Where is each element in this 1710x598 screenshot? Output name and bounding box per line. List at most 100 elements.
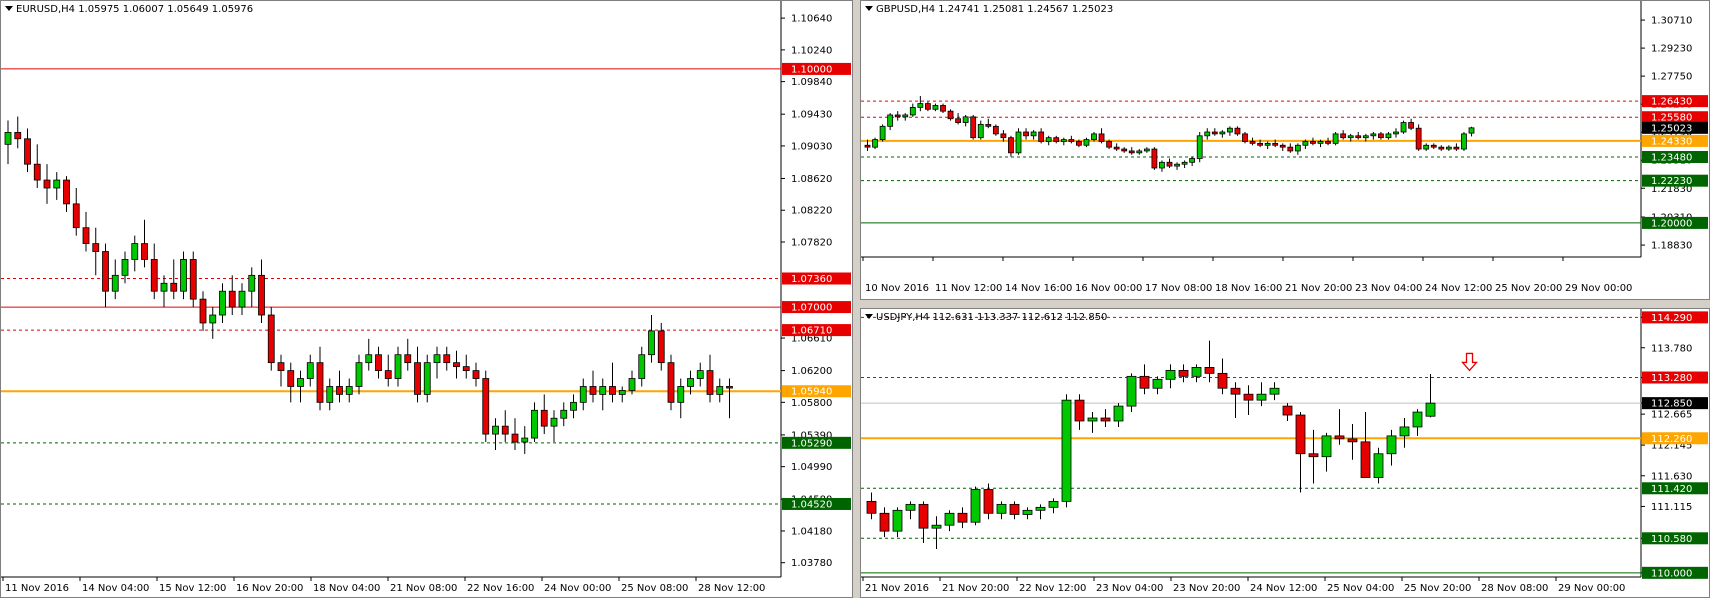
price-tick-label: 1.04180 xyxy=(791,526,832,537)
candle-body xyxy=(1100,417,1111,422)
candle-body xyxy=(905,503,916,511)
candle-body xyxy=(1385,133,1392,139)
candle-body xyxy=(1415,127,1422,150)
candle-body xyxy=(277,362,285,371)
candle-body xyxy=(1113,146,1120,150)
candle-body xyxy=(189,259,197,300)
candle-body xyxy=(925,103,931,110)
price-tick-label: 1.18830 xyxy=(1651,241,1692,252)
candle-body xyxy=(1061,399,1072,502)
time-tick-label: 23 Nov 04:00 xyxy=(1355,283,1422,294)
candle-body xyxy=(879,125,886,140)
candle-body xyxy=(1355,135,1362,139)
candle-body xyxy=(1128,150,1135,154)
candle-body xyxy=(1143,148,1150,152)
time-tick-label: 24 Nov 12:00 xyxy=(1250,583,1317,594)
candle-body xyxy=(443,354,451,364)
candle-body xyxy=(1083,139,1090,146)
candle-body xyxy=(977,124,984,139)
candle-body xyxy=(1022,509,1033,515)
candle-body xyxy=(1121,148,1128,152)
price-tick-label: 111.630 xyxy=(1651,471,1692,482)
candle-body xyxy=(228,290,236,308)
candle-body xyxy=(677,386,685,403)
candle-body xyxy=(1325,141,1331,144)
candle-body xyxy=(365,354,373,364)
chart-caption-eurusd: EURUSD,H4 1.05975 1.06007 1.05649 1.0597… xyxy=(5,4,253,15)
candle-body xyxy=(1425,402,1436,417)
candle-body xyxy=(1196,135,1203,159)
price-tick-label: 1.09430 xyxy=(791,110,832,121)
candle-body xyxy=(501,425,509,435)
price-level-tag-label: 1.26430 xyxy=(1651,97,1692,108)
candle-body xyxy=(1347,438,1358,443)
candle-body xyxy=(1408,122,1414,129)
candle-body xyxy=(1295,414,1306,455)
candle-body xyxy=(628,378,636,391)
vertical-splitter[interactable] xyxy=(853,0,860,598)
candle-body xyxy=(209,314,217,324)
candle-body xyxy=(1294,144,1301,152)
candle-body xyxy=(932,105,939,110)
candle-body xyxy=(170,282,178,292)
candle-body xyxy=(1087,417,1098,422)
chart-window-gbpusd[interactable]: GBPUSD,H4 1.24741 1.25081 1.24567 1.2502… xyxy=(860,0,1710,300)
candle-body xyxy=(492,425,499,435)
candle-body xyxy=(1126,375,1137,407)
time-tick-label: 10 Nov 2016 xyxy=(865,283,929,294)
price-level-tag-label: 110.580 xyxy=(1651,534,1692,545)
candle-body xyxy=(917,103,924,108)
time-tick-label: 29 Nov 00:00 xyxy=(1558,583,1625,594)
chart-window-usdjpy[interactable]: USDJPY,H4 112.631 113.337 112.612 112.85… xyxy=(860,308,1710,598)
chart-window-eurusd[interactable]: EURUSD,H4 1.05975 1.06007 1.05649 1.0597… xyxy=(0,0,853,598)
candle-body xyxy=(511,433,519,443)
candle-body xyxy=(1230,387,1241,395)
horizontal-splitter[interactable] xyxy=(860,300,1710,308)
candle-body xyxy=(1400,122,1407,133)
candle-body xyxy=(1234,127,1241,135)
candle-body xyxy=(667,362,675,403)
price-chart-usdjpy[interactable]: 114.290113.780113.280112.850112.665112.1… xyxy=(861,309,1709,597)
candle-body xyxy=(657,330,665,364)
price-chart-gbpusd[interactable]: 1.307101.292301.277501.262701.247901.233… xyxy=(861,1,1709,299)
candle-body xyxy=(1174,163,1180,167)
candle-body xyxy=(433,354,441,364)
candle-body xyxy=(1060,139,1067,142)
candle-body xyxy=(1048,500,1059,508)
collapse-triangle-icon xyxy=(5,6,13,11)
candle-body xyxy=(1264,142,1271,146)
candle-body xyxy=(992,125,999,135)
candle-body xyxy=(238,290,246,308)
candle-body xyxy=(1243,393,1254,401)
candle-body xyxy=(33,163,41,181)
candle-body xyxy=(1282,405,1293,416)
candle-body xyxy=(1136,150,1143,154)
candle-body xyxy=(1468,127,1475,134)
price-level-tag-label: 1.20000 xyxy=(1651,218,1692,229)
candle-body xyxy=(306,362,314,379)
candle-body xyxy=(1091,133,1097,140)
time-tick-label: 11 Nov 2016 xyxy=(5,583,69,594)
price-chart-eurusd[interactable]: 1.10640 1.10240 1.09840 1.09430 1.09030 1.086… xyxy=(1,1,852,597)
candle-body xyxy=(909,106,916,116)
time-tick-label: 29 Nov 00:00 xyxy=(1565,283,1632,294)
candle-body xyxy=(1317,141,1324,144)
time-tick-label: 21 Nov 2016 xyxy=(865,583,929,594)
candle-body xyxy=(1074,399,1085,422)
candle-body xyxy=(985,124,992,127)
price-level-tag-label: 110.000 xyxy=(1651,568,1692,579)
candle-body xyxy=(531,409,538,439)
candle-body xyxy=(1219,131,1226,135)
candle-body xyxy=(375,354,382,371)
candle-body xyxy=(1098,133,1105,142)
candle-body xyxy=(1166,161,1173,167)
price-level-tag-label: 1.24330 xyxy=(1651,136,1692,147)
candle-body xyxy=(1332,133,1339,144)
time-tick-label: 16 Nov 00:00 xyxy=(1075,283,1142,294)
candle-body xyxy=(1191,367,1202,377)
time-tick-label: 23 Nov 04:00 xyxy=(1096,583,1163,594)
price-level-tag-label: 113.280 xyxy=(1651,373,1692,384)
candle-body xyxy=(92,243,100,252)
candle-body xyxy=(1257,142,1264,146)
candle-body xyxy=(872,139,878,148)
